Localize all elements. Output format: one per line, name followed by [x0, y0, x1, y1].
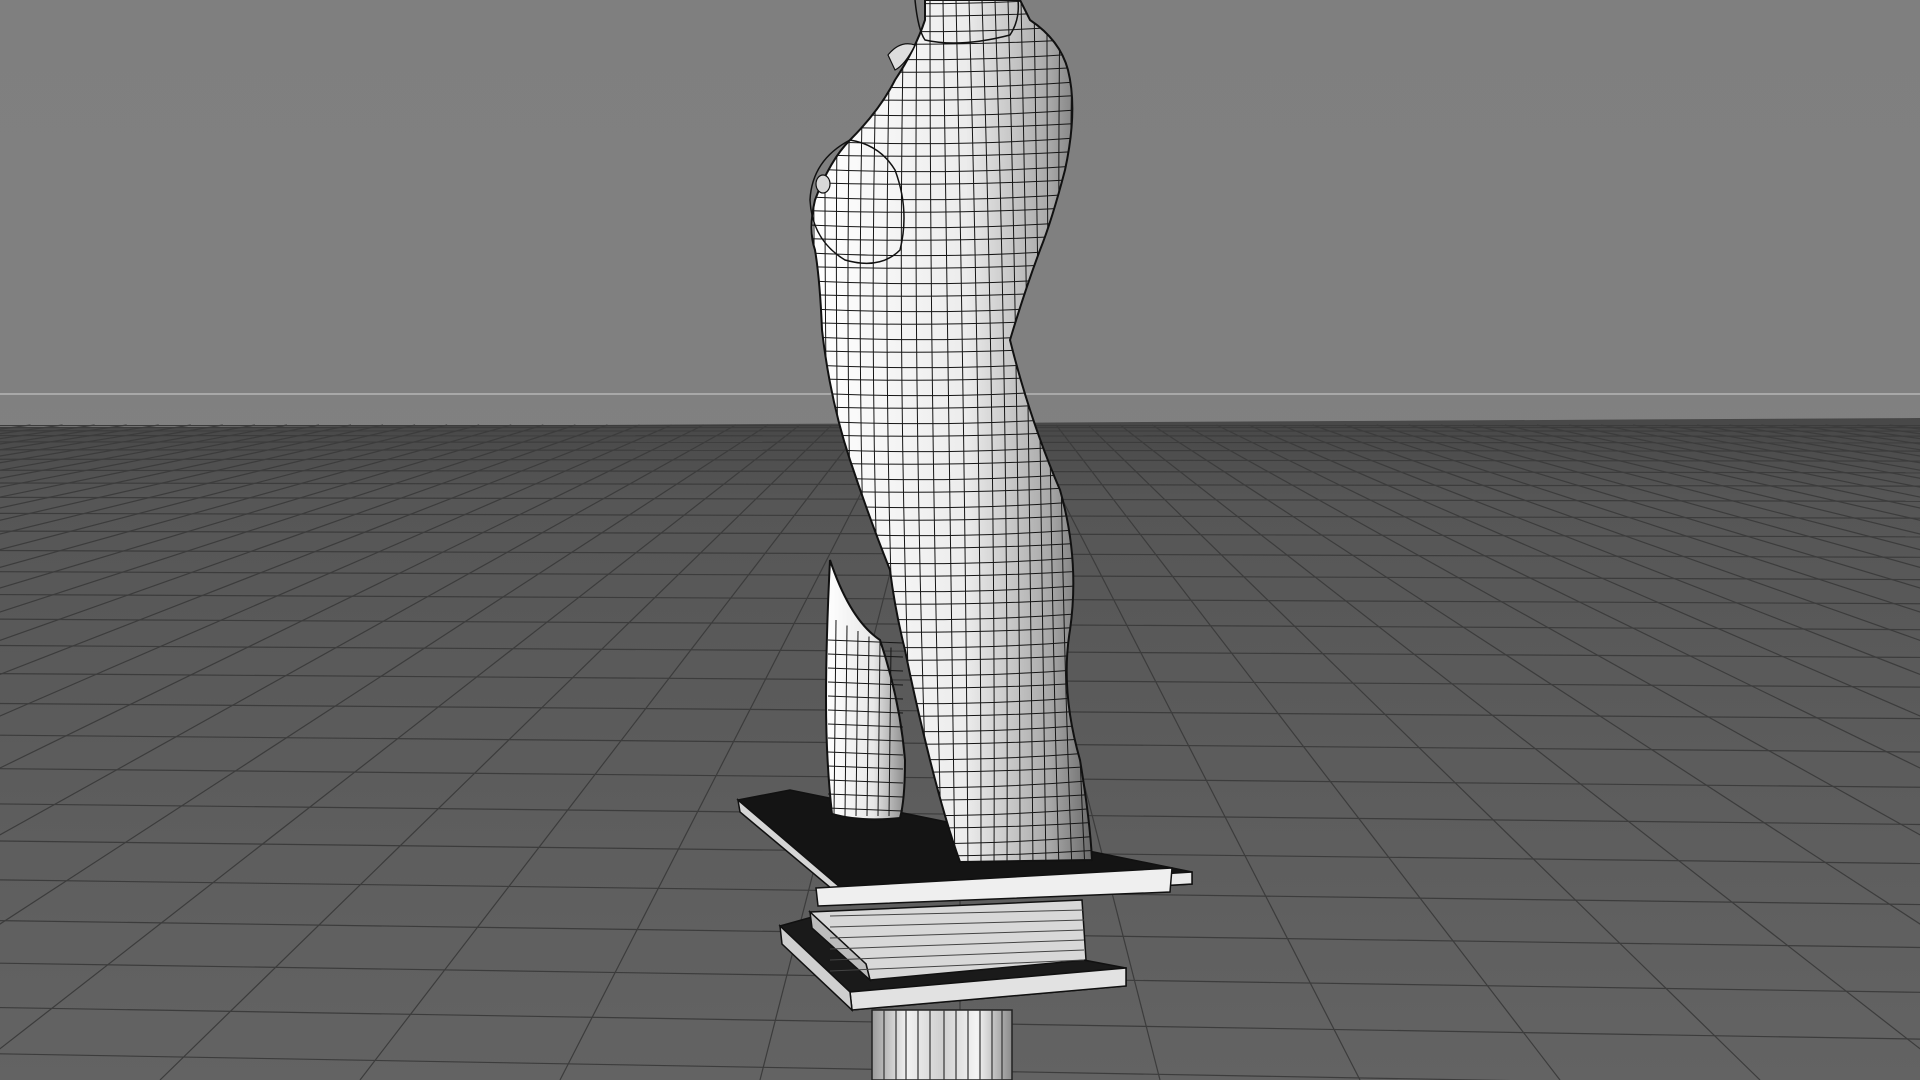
viewport-canvas[interactable] — [0, 0, 1920, 1080]
3d-viewport[interactable] — [0, 0, 1920, 1080]
pedestal-column — [871, 1009, 1013, 1080]
